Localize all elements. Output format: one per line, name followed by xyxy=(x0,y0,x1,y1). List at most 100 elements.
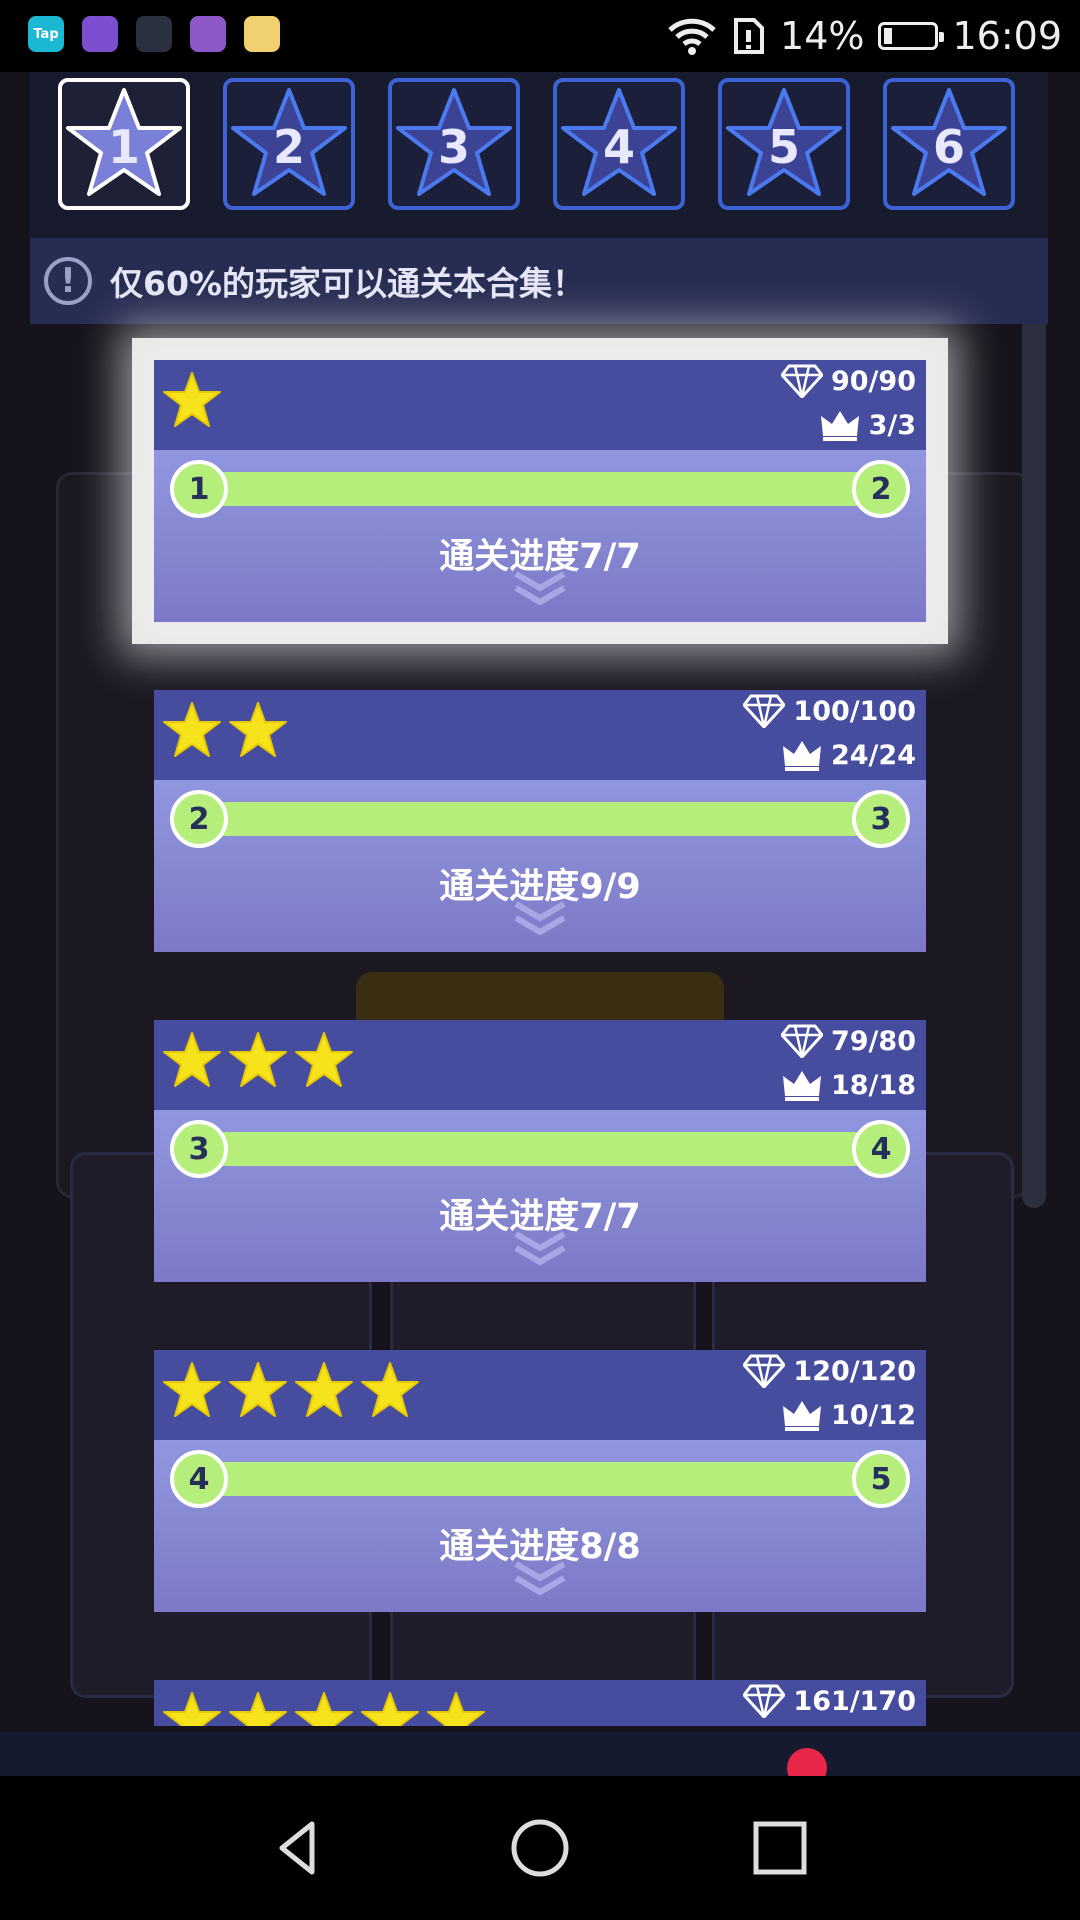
star-icon xyxy=(295,1692,353,1726)
level-card[interactable]: 79/80 18/18 3 4 通关进度7/7 xyxy=(154,1020,926,1282)
level-card-header: 79/80 18/18 xyxy=(154,1020,926,1110)
tab-number: 6 xyxy=(932,120,965,174)
level-card-header: 161/170 xyxy=(154,1680,926,1726)
crown-count: 3/3 xyxy=(819,408,916,442)
level-card-header: 100/100 24/24 xyxy=(154,690,926,780)
star-icon xyxy=(295,1362,353,1417)
star-icon xyxy=(163,1032,221,1087)
level-card-header: 120/120 10/12 xyxy=(154,1350,926,1440)
crown-icon xyxy=(782,1401,821,1431)
crown-count: 18/18 xyxy=(781,1068,916,1102)
game-app-icon xyxy=(136,16,172,52)
tab-number: 3 xyxy=(437,120,470,174)
crown-count: 10/12 xyxy=(781,1398,916,1432)
star-icon xyxy=(427,1692,485,1726)
star-icon xyxy=(229,702,287,757)
tab-collection-6[interactable]: 6 xyxy=(883,78,1015,210)
level-card[interactable]: 100/100 24/24 2 3 通关进度9/9 xyxy=(154,690,926,952)
crown-count-value: 18/18 xyxy=(830,1069,916,1101)
expand-chevron-icon[interactable] xyxy=(510,570,570,610)
diamond-icon xyxy=(743,1354,786,1388)
crown-icon xyxy=(782,741,821,771)
level-card[interactable]: 161/170 xyxy=(154,1680,926,1726)
recents-icon[interactable] xyxy=(748,1816,812,1880)
tab-number: 1 xyxy=(107,120,140,174)
gallery-icon xyxy=(190,16,226,52)
diamond-icon xyxy=(743,1684,786,1718)
app-bottom-nav[interactable] xyxy=(0,1732,1080,1776)
sim-alert-icon xyxy=(734,18,765,54)
progress-bar xyxy=(180,802,900,836)
star-icon xyxy=(229,1692,287,1726)
level-card-body: 1 2 通关进度7/7 xyxy=(154,450,926,622)
tab-collection-4[interactable]: 4 xyxy=(553,78,685,210)
taptap-icon: Tap xyxy=(28,16,64,52)
crown-icon xyxy=(782,1071,821,1101)
battery-percent: 14% xyxy=(780,14,865,58)
gem-count: 100/100 xyxy=(743,694,916,728)
diamond-icon xyxy=(780,364,823,398)
progress-start-node: 4 xyxy=(170,1450,228,1508)
back-icon[interactable] xyxy=(268,1816,332,1880)
star-rating xyxy=(162,700,288,760)
star-icon xyxy=(163,1692,221,1726)
progress-end-node: 2 xyxy=(852,460,910,518)
gem-count-value: 79/80 xyxy=(830,1025,916,1057)
gem-count: 120/120 xyxy=(743,1354,916,1388)
progress-end-node: 3 xyxy=(852,790,910,848)
clock: 16:09 xyxy=(952,14,1062,58)
progress-start-node: 3 xyxy=(170,1120,228,1178)
crown-count-value: 10/12 xyxy=(830,1399,916,1431)
level-card-body: 3 4 通关进度7/7 xyxy=(154,1110,926,1282)
crown-count-value: 3/3 xyxy=(868,409,916,441)
tab-collection-1[interactable]: 1 xyxy=(58,78,190,210)
exclamation-icon: ! xyxy=(44,257,92,305)
tab-collection-3[interactable]: 3 xyxy=(388,78,520,210)
star-rating xyxy=(162,370,222,430)
star-rating xyxy=(162,1360,420,1420)
progress-start-node: 1 xyxy=(170,460,228,518)
progress-bar xyxy=(180,1132,900,1166)
level-card-header: 90/90 3/3 xyxy=(154,360,926,450)
expand-chevron-icon[interactable] xyxy=(510,900,570,940)
star-icon xyxy=(361,1692,419,1726)
gem-count-value: 100/100 xyxy=(793,695,916,727)
star-icon xyxy=(163,702,221,757)
info-text: 仅60%的玩家可以通关本合集！ xyxy=(110,264,585,303)
expand-chevron-icon[interactable] xyxy=(510,1230,570,1270)
progress-end-node: 5 xyxy=(852,1450,910,1508)
battery-icon xyxy=(878,22,945,50)
star-rating xyxy=(162,1690,486,1726)
star-icon xyxy=(163,1362,221,1417)
level-card[interactable]: 120/120 10/12 4 5 通关进度8/8 xyxy=(154,1350,926,1612)
expand-chevron-icon[interactable] xyxy=(510,1560,570,1600)
tab-collection-5[interactable]: 5 xyxy=(718,78,850,210)
star-icon xyxy=(361,1362,419,1417)
star-icon xyxy=(163,372,221,427)
star-icon xyxy=(295,1032,353,1087)
crown-count: 24/24 xyxy=(781,738,916,772)
level-card[interactable]: 90/90 3/3 1 2 通关进度7/7 xyxy=(154,360,926,622)
progress-start-node: 2 xyxy=(170,790,228,848)
level-card-body: 4 5 通关进度8/8 xyxy=(154,1440,926,1612)
gem-count: 90/90 xyxy=(780,364,916,398)
gem-count-value: 120/120 xyxy=(793,1355,916,1387)
globe-app-icon xyxy=(82,16,118,52)
star-icon xyxy=(229,1032,287,1087)
gem-count: 161/170 xyxy=(743,1684,916,1718)
level-card-body: 2 3 通关进度9/9 xyxy=(154,780,926,952)
crown-icon xyxy=(820,411,859,441)
collection-tabs: 1 2 3 4 5 6 xyxy=(30,72,1048,238)
star-icon xyxy=(229,1362,287,1417)
wifi-icon xyxy=(668,18,716,55)
star-rating xyxy=(162,1030,354,1090)
progress-bar xyxy=(180,1462,900,1496)
tab-collection-2[interactable]: 2 xyxy=(223,78,355,210)
home-icon[interactable] xyxy=(508,1816,572,1880)
tab-number: 4 xyxy=(602,120,635,174)
info-banner: ! 仅60%的玩家可以通关本合集！ xyxy=(30,238,1048,324)
tab-number: 2 xyxy=(272,120,305,174)
diamond-icon xyxy=(743,694,786,728)
gem-count-value: 90/90 xyxy=(830,365,916,397)
status-bar: Tap 14% 16:09 xyxy=(0,0,1080,72)
